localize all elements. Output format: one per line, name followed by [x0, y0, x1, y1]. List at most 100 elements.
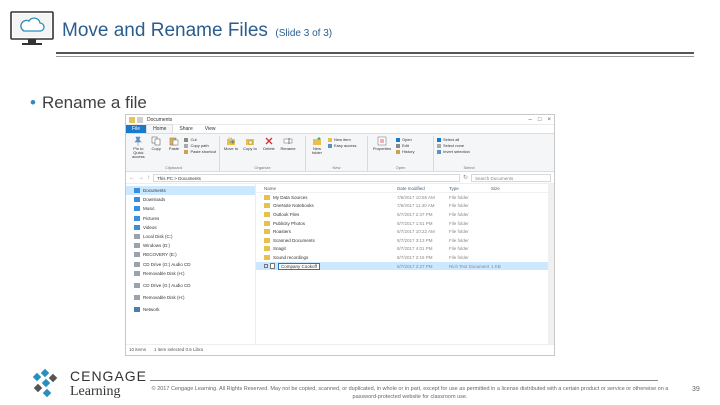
column-header-name[interactable]: Name [264, 186, 397, 191]
file-row[interactable]: Outlook Files 8/7/2017 2:37 PM File fold… [256, 210, 554, 219]
file-row-renaming[interactable]: Company Cookoff 8/7/2017 2:27 PM Rich Te… [256, 261, 554, 271]
edit-button[interactable]: Edit [396, 143, 414, 148]
nav-item-label: Music [143, 206, 155, 212]
open-button[interactable]: Open [396, 137, 414, 142]
forward-arrow-icon[interactable]: → [138, 175, 144, 181]
file-row[interactable]: Snagit 8/7/2017 4:01 PM File folder [256, 245, 554, 254]
ribbon-group-select: Select all Select none Invert selection … [434, 136, 504, 171]
delete-x-icon [265, 137, 273, 145]
back-arrow-icon[interactable]: ← [129, 175, 135, 181]
footer-divider [150, 380, 658, 381]
copy-path-label: Copy path [190, 143, 209, 148]
nav-item-documents[interactable]: Documents [126, 186, 255, 196]
title-divider [56, 52, 694, 54]
file-row[interactable]: My Data Sources 7/6/2017 10:55 AM File f… [256, 193, 554, 202]
nav-item-pictures[interactable]: Pictures [126, 214, 255, 223]
file-name: Scanned Documents [273, 237, 315, 243]
file-name: Publicity Photos [273, 220, 306, 226]
address-bar[interactable]: This PC > Documents [153, 173, 460, 182]
column-header-row: Name Date modified Type Size [256, 184, 554, 193]
group-label-new: New [332, 165, 341, 170]
folder-icon [264, 237, 270, 243]
history-label: History [402, 149, 415, 154]
nav-item-local-disk[interactable]: Local Disk (C:) [126, 232, 255, 241]
file-row[interactable]: Scanned Documents 8/7/2017 3:13 PM File … [256, 236, 554, 245]
nav-item-network[interactable]: Network [126, 305, 255, 314]
file-row[interactable]: Sound recordings 8/7/2017 2:15 PM File f… [256, 253, 554, 262]
history-button[interactable]: History [396, 149, 414, 154]
rename-label: Rename [280, 146, 296, 151]
ribbon-tabs: File Home Share View [126, 124, 554, 134]
new-item-button[interactable]: New item [328, 137, 356, 142]
folder-icon [264, 246, 270, 252]
select-none-button[interactable]: Select none [437, 143, 470, 148]
tab-view[interactable]: View [199, 125, 222, 133]
page-number: 39 [692, 386, 700, 393]
close-icon[interactable]: × [547, 117, 551, 123]
file-date: 8/7/2017 3:13 PM [397, 237, 433, 243]
copy-path-button[interactable]: Copy path [184, 143, 216, 148]
tab-home[interactable]: Home [146, 124, 174, 133]
file-name: Roasters [273, 229, 292, 235]
column-header-size[interactable]: Size [491, 186, 521, 191]
file-type: File folder [449, 229, 469, 235]
folder-icon [264, 229, 270, 235]
file-row[interactable]: Publicity Photos 8/7/2017 1:51 PM File f… [256, 219, 554, 228]
vertical-scrollbar[interactable] [548, 184, 554, 344]
file-name: Outlook Files [273, 211, 300, 217]
up-arrow-icon[interactable]: ↑ [147, 175, 150, 181]
learning-wordmark: Learning [70, 384, 121, 399]
column-header-date[interactable]: Date modified [397, 186, 449, 191]
select-all-button[interactable]: Select all [437, 137, 470, 142]
paste-shortcut-icon [184, 149, 189, 154]
invert-selection-button[interactable]: Invert selection [437, 149, 470, 154]
nav-item-videos[interactable]: Videos [126, 223, 255, 232]
bullet-dot-icon: • [30, 93, 36, 112]
folder-icon [264, 254, 270, 260]
tab-share[interactable]: Share [173, 125, 198, 133]
nav-item-downloads[interactable]: Downloads [126, 195, 255, 204]
file-row[interactable]: OneNote Notebooks 7/6/2017 11:40 AM File… [256, 202, 554, 211]
navigation-pane: Documents Downloads Music Pictures Video… [126, 184, 256, 344]
easy-access-label: Easy access [334, 143, 357, 148]
copyright-notice: © 2017 Cengage Learning. All Rights Rese… [150, 385, 670, 401]
select-all-icon [437, 137, 441, 142]
paste-shortcut-label: Paste shortcut [190, 149, 217, 154]
nav-item-cd-drive[interactable]: CD Drive (G:) Audio CD [126, 260, 255, 269]
rename-input[interactable]: Company Cookoff [278, 262, 320, 270]
quick-access-toolbar-icon[interactable] [137, 116, 143, 123]
cut-button[interactable]: Cut [184, 137, 216, 142]
window-title: Documents [147, 116, 173, 123]
paste-shortcut-button[interactable]: Paste shortcut [184, 149, 216, 154]
nav-item-cd-drive-2[interactable]: CD Drive (G:) Audio CD [126, 281, 255, 290]
nav-item-removable-disk[interactable]: Removable Disk (H:) [126, 269, 255, 278]
drive-icon [134, 243, 140, 249]
column-header-type[interactable]: Type [449, 186, 491, 191]
pin-label: Pin to Quick access [132, 146, 145, 159]
ribbon-group-organize: Move to Copy to Delete Rename Organize [220, 136, 306, 171]
nav-item-windows-drive[interactable]: Windows (D:) [126, 241, 255, 250]
documents-icon [134, 188, 140, 194]
cengage-wordmark: CENGAGE [70, 368, 148, 384]
checkbox-icon[interactable] [264, 264, 268, 269]
properties-label: Properties [372, 146, 392, 151]
file-row[interactable]: Roasters 8/7/2017 10:22 AM File folder [256, 227, 554, 236]
file-type: File folder [449, 203, 469, 209]
file-size: 1 KB [491, 263, 501, 269]
open-label: Open [402, 137, 412, 142]
minimize-icon[interactable]: – [529, 117, 532, 123]
select-all-label: Select all [443, 137, 460, 142]
copy-icon [151, 136, 161, 146]
window-titlebar: Documents – □ × [126, 115, 554, 125]
copy-to-label: Copy to [243, 146, 257, 151]
file-name: Sound recordings [273, 254, 309, 260]
refresh-icon[interactable]: ↻ [463, 174, 468, 181]
tab-file[interactable]: File [126, 125, 147, 133]
nav-item-music[interactable]: Music [126, 204, 255, 213]
new-item-label: New item [334, 137, 351, 142]
easy-access-button[interactable]: Easy access [328, 143, 356, 148]
nav-item-recovery-drive[interactable]: RECOVERY (E:) [126, 250, 255, 259]
nav-item-removable-disk-2[interactable]: Removable Disk (H:) [126, 293, 255, 302]
maximize-icon[interactable]: □ [538, 117, 542, 123]
search-input[interactable]: Search Documents [471, 173, 551, 182]
